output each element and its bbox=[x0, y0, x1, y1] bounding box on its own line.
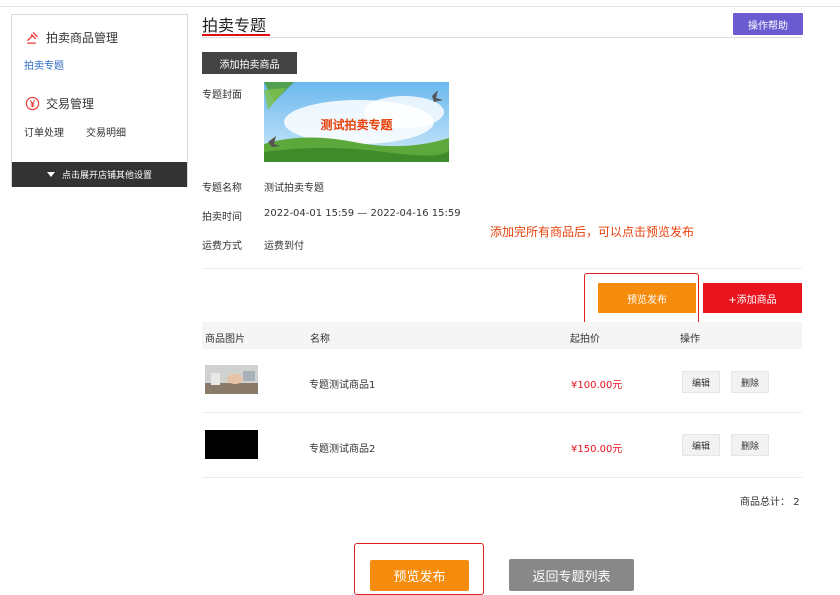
product-thumbnail bbox=[205, 365, 258, 394]
add-auction-goods-button[interactable]: 添加拍卖商品 bbox=[202, 52, 297, 74]
triangle-down-icon bbox=[46, 172, 55, 177]
column-header-price: 起拍价 bbox=[570, 334, 600, 345]
gavel-icon bbox=[24, 30, 40, 46]
footer-preview-publish-button[interactable]: 预览发布 bbox=[370, 560, 469, 591]
sidebar-section-title: 交易管理 bbox=[46, 97, 95, 111]
column-header-name: 名称 bbox=[310, 334, 330, 345]
header-divider bbox=[202, 37, 802, 38]
sidebar-item-orders[interactable]: 订单处理 bbox=[24, 124, 64, 139]
product-thumbnail bbox=[205, 430, 258, 459]
goods-total-label: 商品总计： bbox=[740, 497, 790, 508]
title-underline bbox=[202, 34, 270, 36]
top-divider bbox=[0, 6, 840, 7]
product-price: ¥150.00元 bbox=[571, 444, 623, 455]
edit-button[interactable]: 编辑 bbox=[682, 371, 720, 393]
help-button[interactable]: 操作帮助 bbox=[733, 13, 803, 35]
sidebar-section-trade: 交易管理 bbox=[24, 95, 94, 112]
product-name: 专题测试商品2 bbox=[309, 444, 376, 455]
expand-settings-label: 点击展开店铺其他设置 bbox=[61, 171, 152, 181]
row-divider bbox=[202, 477, 802, 478]
column-header-actions: 操作 bbox=[680, 334, 700, 345]
table-header: 商品图片 名称 起拍价 操作 bbox=[202, 322, 802, 349]
goods-total: 商品总计： 2 bbox=[740, 493, 800, 508]
cover-text: 测试拍卖专题 bbox=[320, 118, 393, 132]
page-title: 拍卖专题 bbox=[202, 16, 267, 35]
topic-name-label: 专题名称 bbox=[202, 183, 242, 194]
goods-total-value: 2 bbox=[793, 497, 800, 508]
row-divider bbox=[202, 412, 802, 413]
add-goods-button[interactable]: +添加商品 bbox=[703, 283, 802, 313]
sidebar-item-auction-topic[interactable]: 拍卖专题 bbox=[24, 57, 64, 72]
auction-time-label: 拍卖时间 bbox=[202, 212, 242, 223]
sidebar-section-title: 拍卖商品管理 bbox=[46, 31, 119, 45]
delete-button[interactable]: 删除 bbox=[731, 434, 769, 456]
cover-image: 测试拍卖专题 bbox=[264, 82, 449, 162]
shipping-value: 运费到付 bbox=[264, 241, 304, 252]
sidebar-item-trade-detail[interactable]: 交易明细 bbox=[86, 124, 126, 139]
column-header-image: 商品图片 bbox=[205, 334, 245, 345]
cover-label: 专题封面 bbox=[202, 90, 242, 101]
product-name: 专题测试商品1 bbox=[309, 380, 376, 391]
shipping-label: 运费方式 bbox=[202, 241, 242, 252]
edit-button[interactable]: 编辑 bbox=[682, 434, 720, 456]
sidebar: 拍卖商品管理 拍卖专题 交易管理 订单处理 交易明细 点击展开店铺其他设置 bbox=[11, 14, 188, 187]
product-price: ¥100.00元 bbox=[571, 380, 623, 391]
topic-name-value: 测试拍卖专题 bbox=[264, 183, 324, 194]
delete-button[interactable]: 删除 bbox=[731, 371, 769, 393]
back-to-list-button[interactable]: 返回专题列表 bbox=[509, 559, 634, 591]
instruction-annotation: 添加完所有商品后，可以点击预览发布 bbox=[490, 225, 695, 239]
auction-time-value: 2022-04-01 15:59 — 2022-04-16 15:59 bbox=[264, 208, 461, 219]
expand-settings-button[interactable]: 点击展开店铺其他设置 bbox=[12, 162, 187, 187]
sidebar-section-auction: 拍卖商品管理 bbox=[24, 29, 118, 46]
yuan-circle-icon bbox=[24, 96, 40, 112]
preview-publish-button[interactable]: 预览发布 bbox=[598, 283, 696, 313]
section-divider bbox=[202, 268, 802, 269]
